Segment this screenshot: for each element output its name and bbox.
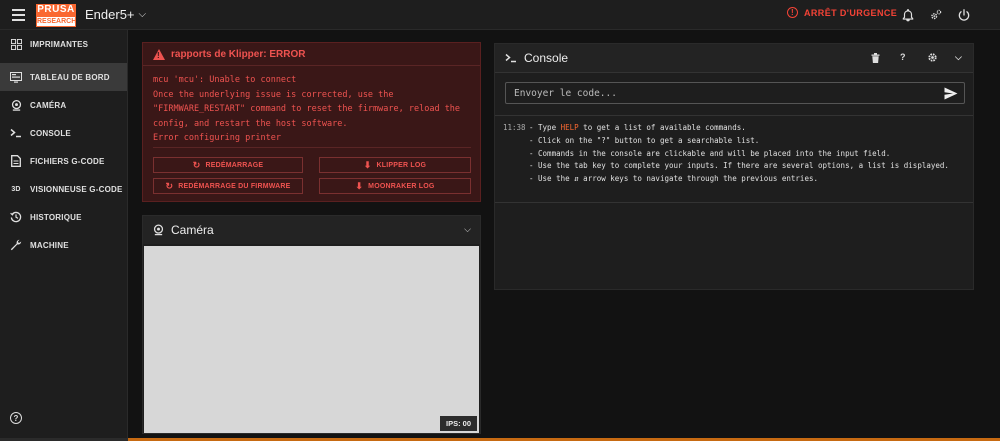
klipper-log-label: KLIPPER LOG [376, 161, 427, 169]
power-icon[interactable] [957, 8, 971, 22]
dashboard-icon [10, 71, 22, 83]
prusa-logo: PRUSA RESEARCH [36, 3, 77, 27]
sidebar-item-printers[interactable]: IMPRIMANTES [0, 30, 127, 58]
sidebar-item-label: MACHINE [30, 240, 69, 250]
log-text: - Type HELP to get a list of available c… [529, 122, 963, 135]
download-icon: ⬇ [363, 159, 372, 170]
log-entry: - Commands in the console are clickable … [503, 148, 963, 161]
moonraker-log-button[interactable]: ⬇ MOONRAKER LOG [319, 178, 471, 194]
error-title: rapports de Klipper: ERROR [171, 49, 306, 60]
divider [143, 65, 480, 66]
divider [153, 147, 471, 148]
chevron-down-icon[interactable]: ⌵ [955, 52, 962, 63]
log-text: - Commands in the console are clickable … [529, 148, 891, 158]
console-title: Console [524, 51, 569, 65]
emergency-stop-label: ARRÊT D'URGENCE [804, 7, 898, 18]
webcam-icon [10, 99, 22, 111]
3d-icon: 3D [11, 185, 21, 193]
divider [495, 202, 973, 203]
send-icon[interactable] [944, 87, 958, 100]
top-bar: PRUSA RESEARCH Ender5+ ⌵ ! ARRÊT D'URGEN… [0, 0, 1000, 30]
log-timestamp [503, 148, 529, 161]
camera-panel: Caméra ⌵ IPS: 00 [142, 215, 481, 434]
divider [495, 72, 973, 73]
log-text: - Use the ⇵ arrow keys to navigate throu… [529, 174, 818, 184]
wrench-icon [10, 239, 22, 251]
console-panel-header: Console ? ⌵ [495, 44, 973, 72]
console-panel: Console ? ⌵ 11:38 - Type HELP to get a l… [494, 43, 974, 290]
gear-icon[interactable] [927, 52, 938, 63]
restart-icon: ↻ [192, 159, 201, 170]
sidebar-item-gcode-files[interactable]: FICHIERS G-CODE [0, 147, 127, 175]
download-icon: ⬇ [355, 180, 364, 191]
log-entry[interactable]: 11:38 - Type HELP to get a list of avail… [503, 122, 963, 135]
log-text: - Use the tab key to complete your input… [529, 161, 949, 171]
sidebar-item-label: FICHIERS G-CODE [30, 156, 105, 166]
emergency-stop-button[interactable]: ! ARRÊT D'URGENCE [787, 7, 897, 18]
firmware-restart-label: REDÉMARRAGE DU FIRMWARE [178, 182, 291, 190]
log-text: - Click on the "?" button to get a searc… [529, 135, 760, 145]
fps-badge: IPS: 00 [439, 416, 477, 431]
error-message: mcu 'mcu': Unable to connect Once the un… [153, 75, 461, 143]
sidebar-item-gcode-viewer[interactable]: 3D VISIONNEUSE G-CODE [0, 175, 127, 203]
klipper-error-panel: rapports de Klipper: ERROR mcu 'mcu': Un… [142, 42, 481, 202]
help-command-link[interactable]: HELP [561, 123, 579, 132]
firmware-restart-button[interactable]: ↻ REDÉMARRAGE DU FIRMWARE [153, 178, 303, 194]
log-entry: - Use the ⇵ arrow keys to navigate throu… [503, 173, 963, 186]
log-entry: - Click on the "?" button to get a searc… [503, 135, 963, 148]
sidebar: IMPRIMANTES TABLEAU DE BORD CAMÉRA CONSO… [0, 30, 128, 438]
error-header: rapports de Klipper: ERROR [153, 49, 305, 60]
sidebar-item-label: HISTORIQUE [30, 212, 82, 222]
log-text-part: - Type [529, 123, 561, 132]
log-timestamp [503, 135, 529, 148]
console-icon [10, 127, 22, 139]
logo-text-top: PRUSA [36, 3, 76, 16]
sidebar-item-label: TABLEAU DE BORD [30, 72, 110, 82]
bell-icon[interactable] [901, 8, 915, 22]
sidebar-item-label: CONSOLE [30, 128, 71, 138]
logo-text-bottom: RESEARCH [36, 15, 77, 27]
console-log: 11:38 - Type HELP to get a list of avail… [503, 122, 963, 186]
cogs-icon[interactable] [929, 8, 943, 22]
log-timestamp [503, 173, 529, 186]
console-command-input[interactable] [514, 87, 934, 99]
chevron-down-icon[interactable]: ⌵ [464, 224, 471, 235]
log-timestamp: 11:38 [503, 123, 526, 132]
sidebar-item-label: IMPRIMANTES [30, 39, 89, 49]
sidebar-item-label: CAMÉRA [30, 100, 67, 110]
sidebar-item-console[interactable]: CONSOLE [0, 119, 127, 147]
restart-icon: ↻ [165, 180, 174, 191]
printer-name[interactable]: Ender5+ [85, 7, 135, 22]
sidebar-item-label: VISIONNEUSE G-CODE [30, 184, 123, 194]
restart-button[interactable]: ↻ REDÉMARRAGE [153, 157, 303, 173]
warning-icon [153, 49, 165, 60]
help-icon[interactable]: ? [10, 412, 22, 424]
sidebar-item-dashboard[interactable]: TABLEAU DE BORD [0, 63, 127, 91]
sidebar-item-camera[interactable]: CAMÉRA [0, 91, 127, 119]
log-text-part: to get a list of available commands. [578, 123, 746, 132]
log-timestamp [503, 160, 529, 173]
divider [495, 115, 973, 116]
printers-grid-icon [10, 38, 22, 50]
sidebar-item-machine[interactable]: MACHINE [0, 231, 127, 259]
chevron-down-icon[interactable]: ⌵ [139, 9, 147, 20]
menu-icon[interactable] [4, 0, 32, 30]
alert-circle-icon: ! [787, 7, 798, 18]
log-entry: - Use the tab key to complete your input… [503, 160, 963, 173]
console-input-field[interactable] [505, 82, 965, 104]
trash-icon[interactable] [871, 53, 880, 63]
history-icon [10, 211, 22, 223]
help-button[interactable]: ? [900, 52, 906, 62]
klipper-log-button[interactable]: ⬇ KLIPPER LOG [319, 157, 471, 173]
file-icon [10, 155, 22, 167]
console-icon [505, 53, 516, 63]
camera-title: Caméra [171, 223, 214, 237]
moonraker-log-label: MOONRAKER LOG [368, 182, 435, 190]
webcam-icon [153, 224, 164, 236]
sidebar-item-history[interactable]: HISTORIQUE [0, 203, 127, 231]
camera-stream: IPS: 00 [144, 246, 479, 433]
restart-label: REDÉMARRAGE [205, 161, 264, 169]
camera-panel-header[interactable]: Caméra ⌵ [143, 216, 480, 244]
